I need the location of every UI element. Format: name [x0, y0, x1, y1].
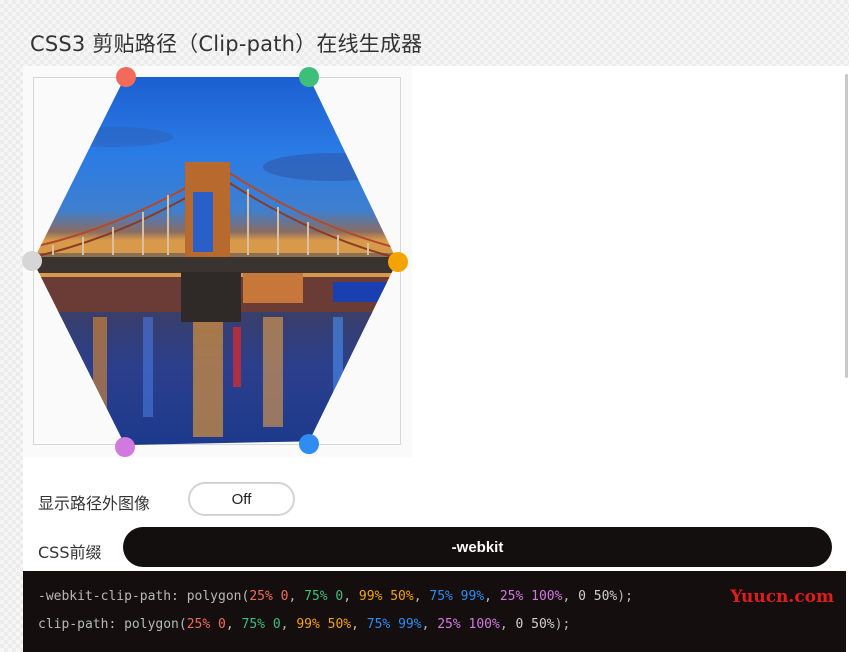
- code-coord: 99% 50%: [296, 617, 352, 632]
- code-separator: ,: [280, 617, 297, 632]
- code-separator: ,: [225, 617, 242, 632]
- show-outside-toggle[interactable]: Off: [188, 482, 295, 516]
- code-separator: ,: [351, 617, 367, 632]
- polygon-point-handle[interactable]: [299, 434, 319, 454]
- code-coord: 0 50%: [515, 617, 555, 632]
- code-coord: 75% 0: [241, 617, 281, 632]
- polygon-point-handle[interactable]: [22, 251, 42, 271]
- code-coord: 75% 99%: [366, 617, 422, 632]
- code-separator: ,: [562, 589, 579, 604]
- code-coord: 99% 50%: [358, 589, 414, 604]
- code-coord: 25% 0: [186, 617, 226, 632]
- code-coord: 75% 0: [304, 589, 344, 604]
- scrollbar[interactable]: [845, 74, 848, 378]
- code-suffix: );: [617, 589, 633, 604]
- code-prefix: clip-path: polygon(: [38, 617, 187, 632]
- code-coord: 25% 0: [249, 589, 289, 604]
- code-coord: 75% 99%: [429, 589, 485, 604]
- code-coords: 25% 0, 75% 0, 99% 50%, 75% 99%, 25% 100%…: [249, 589, 617, 604]
- code-separator: ,: [499, 617, 516, 632]
- code-separator: ,: [343, 589, 359, 604]
- prefix-select[interactable]: -webkit: [123, 527, 832, 567]
- code-separator: ,: [484, 589, 500, 604]
- code-separator: ,: [413, 589, 430, 604]
- code-output: -webkit-clip-path: polygon(25% 0, 75% 0,…: [23, 571, 846, 652]
- polygon-point-handle[interactable]: [388, 252, 408, 272]
- code-suffix: );: [554, 617, 571, 632]
- watermark: Yuucn.com: [730, 587, 834, 607]
- code-line-webkit: -webkit-clip-path: polygon(25% 0, 75% 0,…: [38, 589, 633, 604]
- show-outside-label: 显示路径外图像: [38, 494, 151, 513]
- prefix-label: CSS前缀: [38, 543, 102, 562]
- code-coord: 25% 100%: [437, 617, 500, 632]
- code-separator: ,: [421, 617, 438, 632]
- code-line-standard: clip-path: polygon(25% 0, 75% 0, 99% 50%…: [38, 617, 570, 632]
- code-coord: 25% 100%: [499, 589, 563, 604]
- code-prefix: -webkit-clip-path: polygon(: [38, 589, 250, 604]
- code-separator: ,: [288, 589, 305, 604]
- polygon-point-handle[interactable]: [116, 67, 136, 87]
- code-coord: 0 50%: [578, 589, 618, 604]
- polygon-point-handle[interactable]: [299, 67, 319, 87]
- page-title: CSS3 剪贴路径（Clip-path）在线生成器: [30, 32, 423, 56]
- code-coords: 25% 0, 75% 0, 99% 50%, 75% 99%, 25% 100%…: [187, 617, 555, 632]
- polygon-point-handle[interactable]: [115, 437, 135, 457]
